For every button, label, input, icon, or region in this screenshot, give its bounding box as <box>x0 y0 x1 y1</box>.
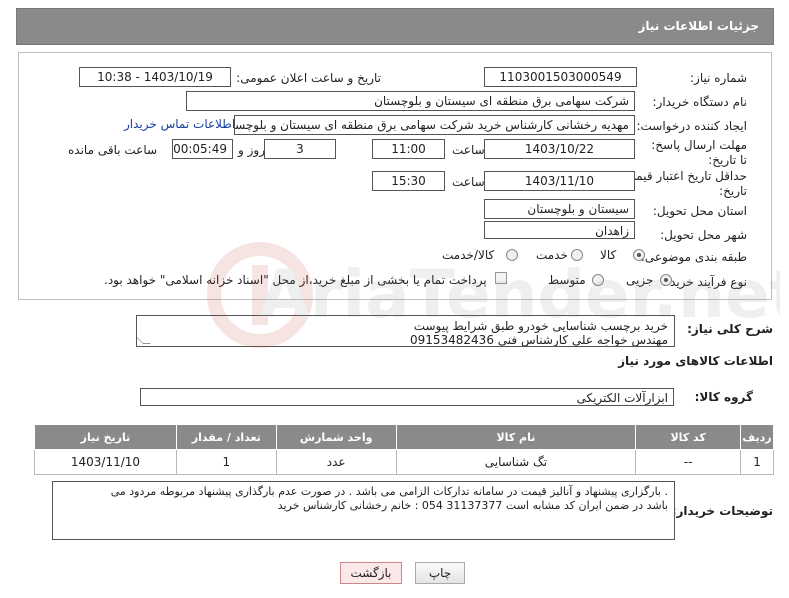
goods-group-field: ابزارآلات الکتریکی <box>140 388 674 406</box>
cell-row: 1 <box>740 449 774 475</box>
category-both-radio[interactable] <box>506 249 518 261</box>
days-label: روز و <box>238 143 265 157</box>
col-row-header: ردیف <box>740 424 774 450</box>
goods-group-label: گروه کالا: <box>694 390 753 404</box>
goods-section-title: اطلاعات کالاهای مورد نیاز <box>618 354 773 368</box>
announce-field: 1403/10/19 - 10:38 <box>79 67 231 87</box>
print-button[interactable]: چاپ <box>415 562 465 584</box>
purchase-medium-radio[interactable] <box>592 274 604 286</box>
description-line-1: خرید برچسب شناسایی خودرو طبق شرایط پیوست <box>413 319 668 333</box>
buyer-org-field: شرکت سهامی برق منطقه ای سیستان و بلوچستا… <box>186 91 635 111</box>
buyer-notes-label: توضیحات خریدار: <box>671 504 773 518</box>
page-title: جزئیات اطلاعات نیاز <box>638 19 759 33</box>
deadline-date-field: 1403/10/22 <box>484 139 635 159</box>
purchase-minor-label: جزیی <box>626 273 654 287</box>
cell-code: -- <box>635 449 742 475</box>
announce-label: تاریخ و ساعت اعلان عمومی: <box>236 71 381 85</box>
validity-date-field: 1403/11/10 <box>484 171 635 191</box>
category-both-label: کالا/خدمت <box>442 248 495 262</box>
description-line-2: مهندس خواجه علی کارشناس فنی 09153482436 <box>409 333 668 347</box>
category-goods-radio[interactable] <box>633 249 645 261</box>
category-label: طبقه بندی موضوعی: <box>640 250 747 264</box>
province-label: استان محل تحویل: <box>652 204 747 218</box>
remaining-field: 00:05:49 <box>172 139 233 159</box>
deadline-time-label: ساعت <box>452 143 485 157</box>
cell-qty: 1 <box>175 449 277 475</box>
goods-table: ردیف کد کالا نام کالا واحد شمارش تعداد /… <box>34 424 774 475</box>
days-field: 3 <box>264 139 336 159</box>
cell-date: 1403/11/10 <box>34 449 177 475</box>
province-field: سیستان و بلوچستان <box>484 199 635 219</box>
buyer-notes-line-1: . بارگزاری پیشنهاد و آنالیز قیمت در ساما… <box>110 485 668 498</box>
city-label: شهر محل تحویل: <box>660 228 747 242</box>
cell-unit: عدد <box>275 449 397 475</box>
validity-time-field: 15:30 <box>372 171 445 191</box>
city-field: زاهدان <box>484 221 635 239</box>
requester-field: مهدیه رخشانی کارشناس خرید شرکت سهامی برق… <box>234 115 635 135</box>
buyer-contact-link[interactable]: اطلاعات تماس خریدار <box>124 117 235 131</box>
remaining-label: ساعت باقی مانده <box>68 143 158 157</box>
col-qty-header: تعداد / مقدار <box>175 424 277 450</box>
back-button[interactable]: بازگشت <box>340 562 402 584</box>
table-row: 1 -- تگ شناسایی عدد 1 1403/11/10 <box>34 449 774 475</box>
category-goods-label: کالا <box>600 248 617 262</box>
need-number-field: 1103001503000549 <box>484 67 637 87</box>
validity-time-label: ساعت <box>452 175 485 189</box>
col-name-header: نام کالا <box>395 424 637 450</box>
table-header-row: ردیف کد کالا نام کالا واحد شمارش تعداد /… <box>34 424 774 450</box>
need-number-label: شماره نیاز: <box>690 71 747 85</box>
requester-label: ایجاد کننده درخواست: <box>636 119 747 133</box>
category-service-label: خدمت <box>536 248 568 262</box>
treasury-note: پرداخت تمام یا بخشی از مبلغ خرید،از محل … <box>104 273 487 287</box>
description-label: شرح کلی نیاز: <box>687 322 773 336</box>
deadline-label: مهلت ارسال پاسخ: تا تاریخ: <box>651 138 747 167</box>
description-textarea[interactable]: خرید برچسب شناسایی خودرو طبق شرایط پیوست… <box>136 315 675 347</box>
purchase-medium-label: متوسط <box>548 273 586 287</box>
col-code-header: کد کالا <box>635 424 742 450</box>
treasury-checkbox[interactable] <box>495 272 507 284</box>
purchase-minor-radio[interactable] <box>660 274 672 286</box>
page-header: جزئیات اطلاعات نیاز <box>16 8 774 45</box>
buyer-notes-line-2: باشد در ضمن ایران کد مشابه است 31137377 … <box>277 499 668 512</box>
col-unit-header: واحد شمارش <box>275 424 397 450</box>
category-service-radio[interactable] <box>571 249 583 261</box>
buyer-notes-textarea[interactable]: . بارگزاری پیشنهاد و آنالیز قیمت در ساما… <box>52 481 675 540</box>
buyer-org-label: نام دستگاه خریدار: <box>652 95 748 109</box>
deadline-time-field: 11:00 <box>372 139 445 159</box>
cell-name: تگ شناسایی <box>395 449 637 475</box>
purchase-type-label: نوع فرآیند خرید : <box>662 275 747 289</box>
col-date-header: تاریخ نیاز <box>34 424 177 450</box>
